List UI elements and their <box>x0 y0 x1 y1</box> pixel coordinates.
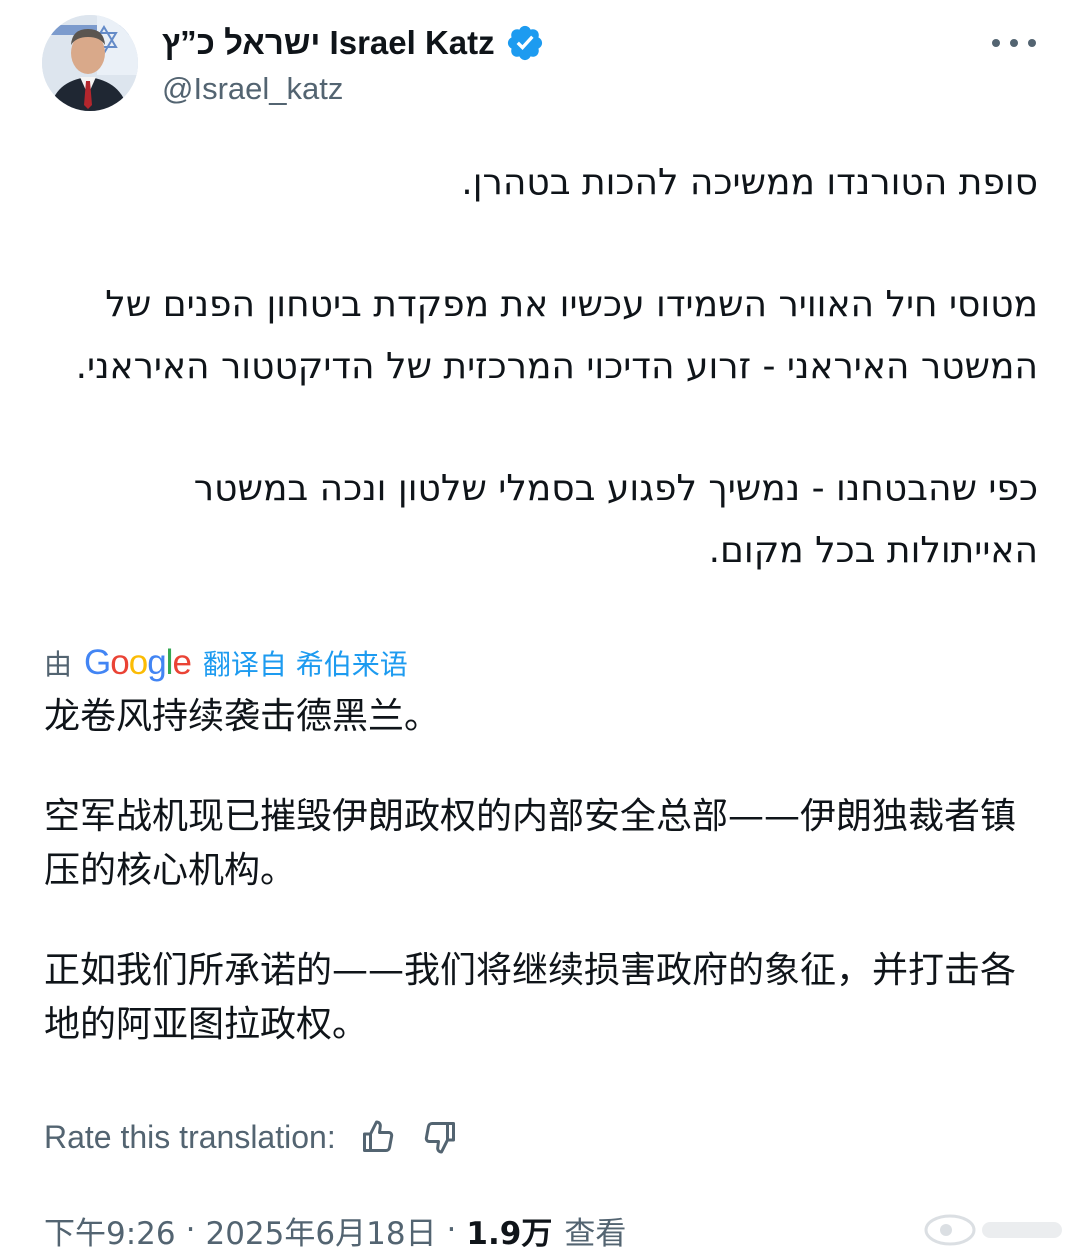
post-time[interactable]: 下午9:26 <box>44 1208 176 1253</box>
post-paragraph: מטוסי חיל האוויר השמידו עכשיו את מפקדת ב… <box>75 284 1038 387</box>
post-header: ישראל כ”ץ Israel Katz @Israel_katz <box>42 15 1042 117</box>
rate-translation-label: Rate this translation: <box>44 1118 336 1155</box>
google-logo: Google <box>84 643 192 682</box>
post-paragraph: כפי שהבטחנו - נמשיך לפגוע בסמלי שלטון ונ… <box>193 468 1038 571</box>
thumbs-up-icon[interactable] <box>354 1113 402 1161</box>
author-block: ישראל כ”ץ Israel Katz @Israel_katz <box>162 21 545 107</box>
views-count: 1.9万 <box>466 1215 553 1252</box>
translated-paragraph: 空军战机现已摧毁伊朗政权的内部安全总部——伊朗独裁者镇压的核心机构。 <box>44 796 1017 891</box>
author-handle[interactable]: @Israel_katz <box>162 71 545 107</box>
meta-separator: · <box>446 1212 457 1248</box>
post-date[interactable]: 2025年6月18日 <box>205 1208 436 1253</box>
watermark-icon <box>920 1208 1070 1248</box>
thumbs-down-icon[interactable] <box>416 1113 464 1161</box>
translated-text: 龙卷风持续袭击德黑兰。 空军战机现已摧毁伊朗政权的内部安全总部——伊朗独裁者镇压… <box>44 690 1034 1052</box>
display-name-row: ישראל כ”ץ Israel Katz <box>162 21 545 65</box>
post-paragraph: סופת הטורנדו ממשיכה להכות בטהרן. <box>461 162 1038 203</box>
avatar[interactable] <box>42 15 138 111</box>
rate-translation-row: Rate this translation: <box>44 1112 478 1162</box>
more-horizontal-icon[interactable] <box>992 33 1036 53</box>
meta-separator: · <box>185 1212 196 1248</box>
post-meta: 下午9:26 · 2025年6月18日 · 1.9万 查看 <box>44 1208 626 1252</box>
display-name[interactable]: ישראל כ”ץ Israel Katz <box>162 24 495 62</box>
translated-paragraph: 龙卷风持续袭击德黑兰。 <box>44 696 441 737</box>
post-text: סופת הטורנדו ממשיכה להכות בטהרן. מטוסי ח… <box>42 152 1038 582</box>
translated-by-label: 由 <box>44 648 73 681</box>
translated-paragraph: 正如我们所承诺的——我们将继续损害政府的象征，并打击各地的阿亚图拉政权。 <box>44 950 1017 1045</box>
verified-badge-icon[interactable] <box>505 23 545 63</box>
translated-by-row: 由 Google 翻译自 希伯来语 <box>44 640 408 686</box>
views-label[interactable]: 查看 <box>564 1208 626 1253</box>
avatar-image <box>42 15 138 111</box>
translated-from-link[interactable]: 翻译自 希伯来语 <box>203 643 408 683</box>
